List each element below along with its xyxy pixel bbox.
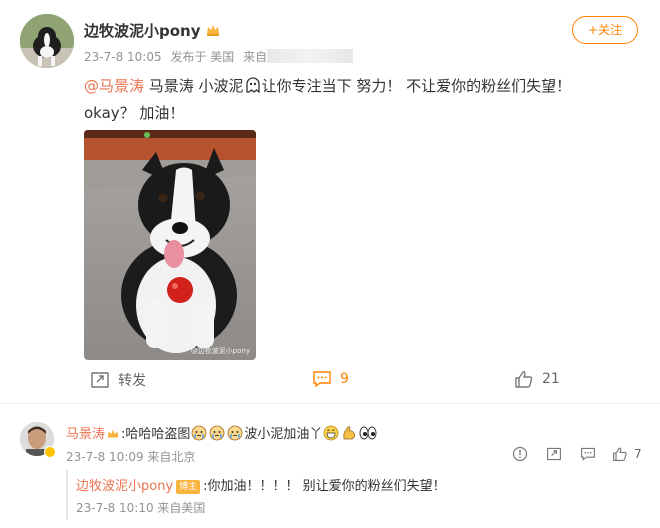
- author-avatar[interactable]: [20, 14, 74, 68]
- avatar-dog-image: [20, 14, 74, 68]
- author-badge: 博主: [176, 480, 201, 494]
- comment-text-part1: :哈哈哈盗图: [121, 427, 191, 442]
- comment-count: 9: [340, 371, 349, 387]
- post-date[interactable]: 23-7-8 10:05: [84, 50, 162, 64]
- comment-like-button[interactable]: 7: [612, 446, 642, 462]
- comment-repost-button[interactable]: [546, 446, 562, 462]
- reply-meta: 23-7-8 10:10 来自美国: [76, 501, 206, 515]
- crying-emoji-icon: [209, 425, 225, 445]
- grin-emoji-icon: [323, 425, 339, 445]
- muscle-emoji-icon: [341, 425, 357, 445]
- reply-text: :你加油！！！！ 别让爱你的粉丝们失望！: [203, 479, 446, 494]
- comment-icon: [581, 447, 595, 461]
- crown-icon: [106, 427, 120, 445]
- thumbs-up-icon: [515, 371, 533, 388]
- author-name-text[interactable]: 边牧波泥小pony: [84, 22, 201, 40]
- reply-button[interactable]: [580, 446, 596, 462]
- repost-label: 转发: [118, 373, 146, 389]
- blurred-source: [267, 49, 354, 63]
- eyes-emoji-icon: [359, 425, 377, 445]
- author-name[interactable]: 边牧波泥小pony: [84, 20, 221, 42]
- photo-watermark: @边牧波泥小pony: [190, 347, 250, 355]
- repost-button[interactable]: 转发: [90, 370, 146, 390]
- mention-link[interactable]: @马景涛: [84, 77, 144, 95]
- comment-icon: [313, 371, 331, 388]
- post-text-line2: okay？ 加油！: [84, 104, 185, 122]
- comment-content: 马景涛 :哈哈哈盗图 波小泥加油丫: [66, 423, 378, 445]
- repost-icon: [547, 447, 561, 461]
- comment-text-part2: 波小泥加油丫: [244, 427, 323, 442]
- comment-meta: 23-7-8 10:09 来自北京: [66, 450, 196, 464]
- post-action-bar: 转发 9 21: [90, 370, 570, 394]
- vip-crown-icon: [205, 22, 221, 42]
- post-photo[interactable]: @边牧波泥小pony: [84, 130, 256, 360]
- comment-button[interactable]: 9: [312, 370, 349, 388]
- commenter-name[interactable]: 马景涛: [66, 427, 105, 442]
- info-icon: [512, 446, 528, 462]
- reply-content: 边牧波泥小pony 博主:你加油！！！！ 别让爱你的粉丝们失望！: [76, 475, 446, 494]
- post-body: @马景涛 马景涛 小波泥 让你专注当下 努力！ 不让爱你的粉丝们失望！ okay…: [84, 74, 571, 125]
- thumbs-up-icon: [613, 447, 627, 461]
- follow-button[interactable]: +关注: [572, 16, 638, 44]
- crying-emoji-icon: [227, 425, 243, 445]
- divider: [0, 403, 660, 404]
- reply-author-name[interactable]: 边牧波泥小pony: [76, 479, 173, 494]
- report-button[interactable]: [512, 446, 528, 462]
- verified-badge-icon: [44, 446, 56, 458]
- ghost-emoji-icon: [245, 76, 261, 101]
- post-text-part2: 让你专注当下 努力！ 不让爱你的粉丝们失望！: [261, 77, 572, 95]
- post-meta: 23-7-8 10:05 发布于 美国 来自: [84, 48, 358, 65]
- like-button[interactable]: 21: [514, 370, 560, 388]
- post-text-part1: 马景涛 小波泥: [144, 77, 244, 95]
- repost-icon: [91, 372, 109, 388]
- like-count: 21: [542, 371, 560, 387]
- comment-like-count: 7: [634, 447, 642, 461]
- post-source-label: 来自: [243, 50, 268, 64]
- reply-thread: 边牧波泥小pony 博主:你加油！！！！ 别让爱你的粉丝们失望！ 23-7-8 1…: [66, 470, 640, 520]
- post-location: 发布于 美国: [170, 50, 235, 64]
- dog-photo-image: [84, 130, 256, 360]
- crying-emoji-icon: [191, 425, 207, 445]
